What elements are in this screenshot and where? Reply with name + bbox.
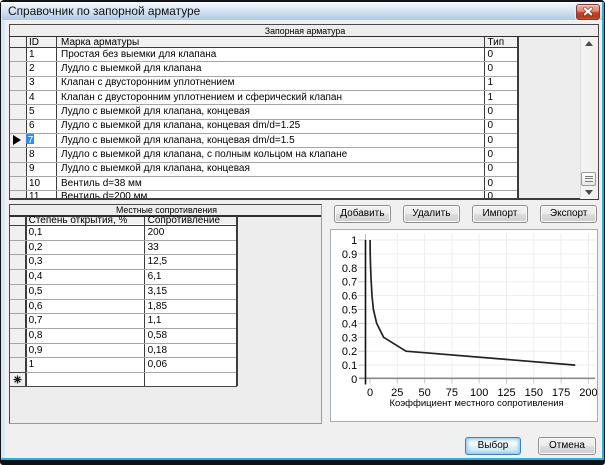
svg-text:Коэффициент местного сопротивл: Коэффициент местного сопротивления [390, 398, 564, 409]
svg-text:0.9: 0.9 [342, 248, 357, 260]
svg-text:0.6: 0.6 [342, 290, 357, 302]
svg-text:0.1: 0.1 [342, 360, 357, 372]
svg-text:1: 1 [351, 235, 357, 247]
svg-text:0.3: 0.3 [342, 332, 357, 344]
svg-text:0.8: 0.8 [342, 262, 357, 274]
svg-text:0: 0 [367, 387, 373, 399]
svg-text:200: 200 [579, 387, 597, 399]
svg-text:0.2: 0.2 [342, 346, 357, 358]
svg-text:0.7: 0.7 [342, 276, 357, 288]
svg-text:0.5: 0.5 [342, 304, 357, 316]
svg-text:0: 0 [351, 374, 357, 386]
svg-text:0.4: 0.4 [342, 318, 357, 330]
